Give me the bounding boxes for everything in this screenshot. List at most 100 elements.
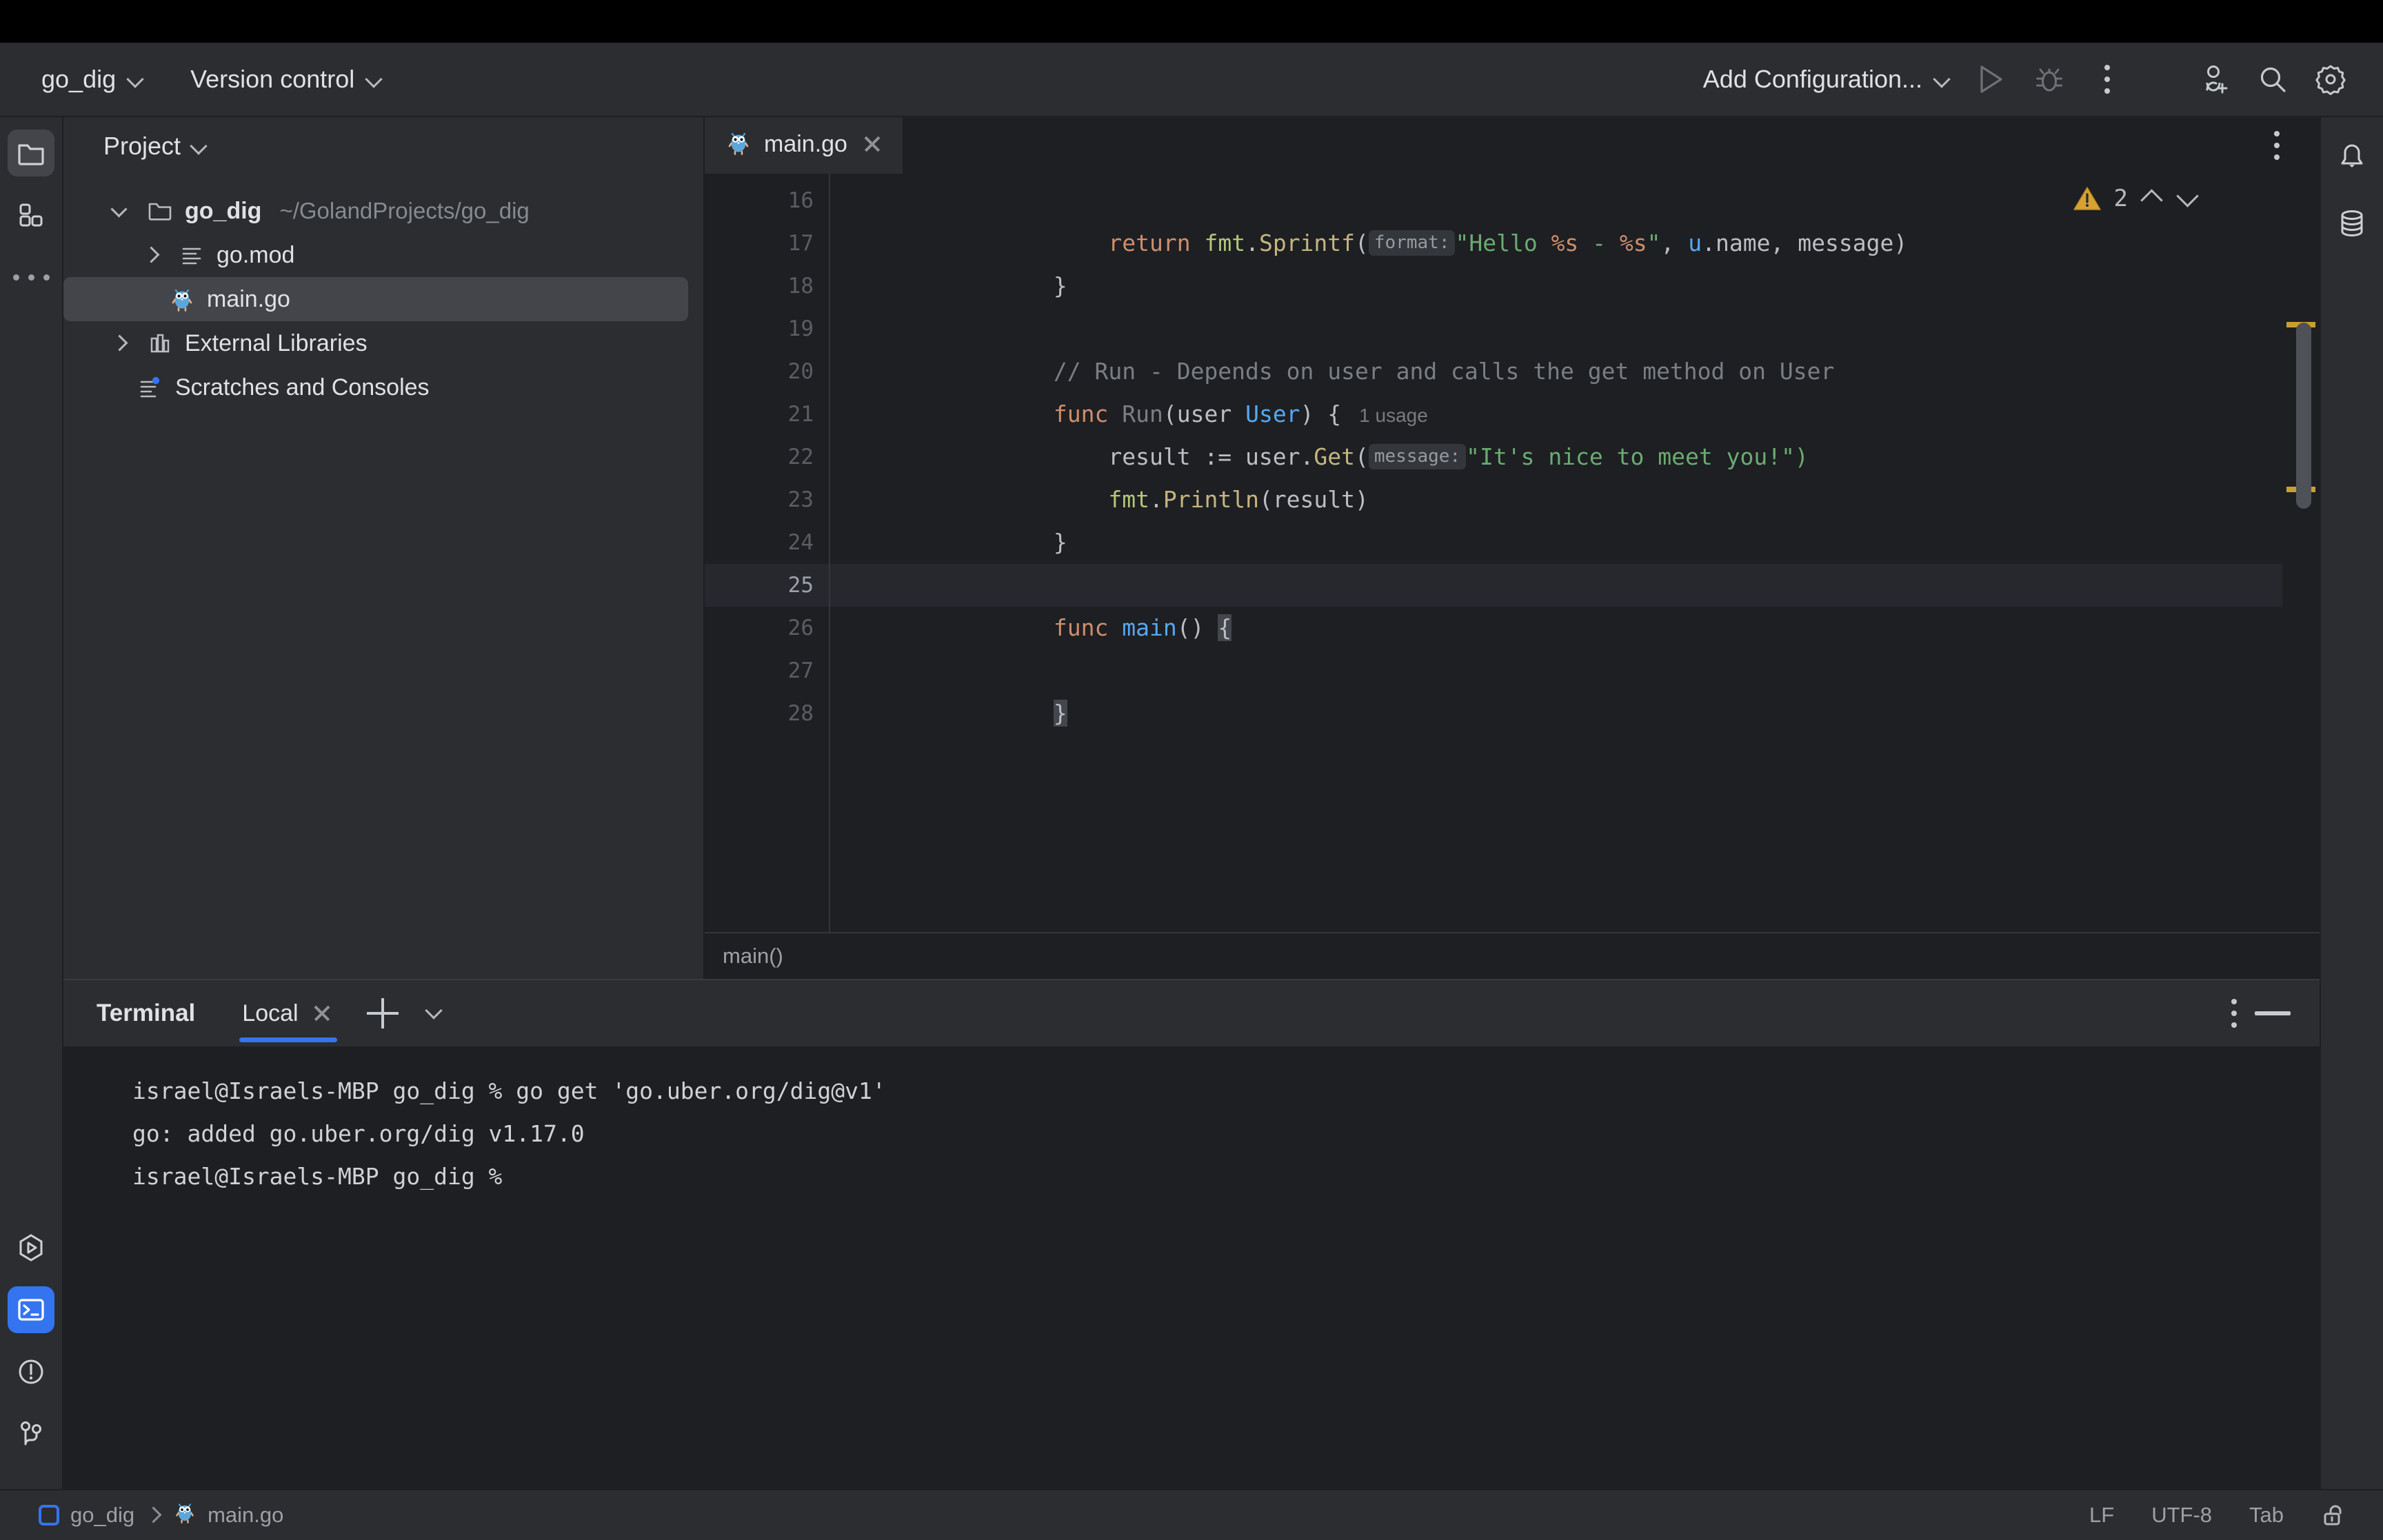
status-breadcrumb-file[interactable]: main.go	[162, 1501, 294, 1530]
chevron-down-icon	[1933, 70, 1951, 88]
more-actions-button[interactable]	[2081, 53, 2133, 105]
project-panel-header[interactable]: Project	[63, 117, 703, 175]
tab-label: main.go	[764, 131, 847, 158]
tree-item-external-libraries[interactable]: External Libraries	[63, 321, 688, 365]
expand-toggle[interactable]	[103, 335, 135, 352]
sidebar-item-notifications[interactable]	[2329, 134, 2375, 181]
editor-options-button[interactable]	[2256, 125, 2297, 166]
status-bar-right: LF UTF-8 Tab	[2078, 1502, 2358, 1528]
tree-item-label: go_dig	[185, 198, 261, 225]
code-token: fmt	[1108, 486, 1149, 513]
encoding-button[interactable]: UTF-8	[2140, 1503, 2223, 1528]
project-tree: go_dig ~/GolandProjects/go_dig go.	[63, 175, 703, 409]
search-icon	[2257, 63, 2289, 95]
run-button[interactable]	[1965, 53, 2018, 105]
tree-item-label: Scratches and Consoles	[175, 374, 430, 401]
usage-hint[interactable]: 1 usage	[1359, 405, 1428, 426]
sidebar-item-version-control[interactable]	[8, 1410, 54, 1457]
line-number-current: 25	[705, 564, 829, 607]
editor-code-text[interactable]: return fmt.Sprintf(format:"Hello %s - %s…	[829, 174, 2282, 932]
code-token: %s	[1620, 230, 1647, 256]
run-configuration-selector[interactable]: Add Configuration...	[1692, 58, 1962, 101]
sidebar-item-terminal[interactable]	[8, 1286, 54, 1333]
sidebar-item-project[interactable]	[8, 130, 54, 176]
line-number: 17	[705, 222, 829, 265]
code-token: return	[1108, 230, 1190, 256]
code-token	[1108, 614, 1122, 641]
expand-toggle[interactable]	[103, 203, 135, 219]
expand-toggle[interactable]	[135, 247, 167, 263]
inspection-widget: 2	[2073, 185, 2200, 212]
editor-vertical-scrollbar[interactable]	[2296, 323, 2311, 509]
chevron-down-icon	[365, 70, 383, 88]
tree-item-scratches-and-consoles[interactable]: Scratches and Consoles	[63, 365, 688, 409]
next-problem-icon[interactable]	[2176, 187, 2200, 210]
sidebar-item-structure[interactable]	[8, 192, 54, 239]
go-gopher-icon	[167, 286, 197, 312]
new-terminal-tab-icon[interactable]	[363, 994, 402, 1033]
code-token: ()	[1177, 614, 1218, 641]
line-number: 16	[705, 179, 829, 222]
close-icon[interactable]	[860, 132, 885, 156]
go-gopher-icon	[173, 1501, 197, 1530]
code-token: fmt	[1204, 230, 1245, 256]
code-token: main	[1122, 614, 1176, 641]
version-control-menu-button[interactable]: Version control	[179, 58, 394, 101]
right-tool-bar	[2320, 117, 2383, 1489]
tree-item-label: External Libraries	[185, 330, 368, 357]
code-token: (user	[1163, 401, 1245, 427]
chevron-down-icon[interactable]	[425, 1002, 449, 1025]
tree-item-go-mod[interactable]: go.mod	[63, 233, 688, 277]
terminal-output[interactable]: israel@Israels-MBP go_dig % go get 'go.u…	[63, 1046, 2320, 1489]
chevron-down-icon	[111, 203, 128, 219]
project-panel-title: Project	[103, 132, 181, 161]
terminal-header-actions	[2231, 980, 2320, 1046]
search-everywhere-button[interactable]	[2246, 53, 2299, 105]
more-options-icon[interactable]	[2231, 999, 2237, 1028]
debug-icon	[2033, 63, 2065, 95]
tab-main-go[interactable]: main.go	[705, 117, 903, 174]
sidebar-item-database[interactable]	[2329, 200, 2375, 247]
status-breadcrumb-project[interactable]: go_dig	[28, 1503, 145, 1528]
version-control-tool-icon	[16, 1419, 46, 1449]
line-number: 26	[705, 607, 829, 649]
debug-button[interactable]	[2023, 53, 2075, 105]
warning-triangle-icon[interactable]	[2073, 185, 2102, 212]
line-number: 23	[705, 478, 829, 521]
code-token: func	[1054, 614, 1108, 641]
code-token: .name, message)	[1702, 230, 1907, 256]
tree-item-path: ~/GolandProjects/go_dig	[279, 198, 529, 224]
minimize-icon[interactable]	[2255, 1011, 2291, 1015]
readonly-toggle[interactable]	[2310, 1502, 2358, 1528]
previous-problem-icon[interactable]	[2140, 187, 2164, 210]
problems-tool-icon	[16, 1357, 46, 1387]
tree-item-go-dig[interactable]: go_dig ~/GolandProjects/go_dig	[63, 189, 688, 233]
code-editor[interactable]: 16 17 18 19 20 21 22 23 24 25	[705, 174, 2320, 932]
libraries-icon	[145, 332, 175, 355]
line-separator-button[interactable]: LF	[2078, 1503, 2125, 1528]
settings-button[interactable]	[2304, 53, 2357, 105]
tree-item-main-go[interactable]: main.go	[63, 277, 688, 321]
sidebar-item-problems[interactable]	[8, 1348, 54, 1395]
indent-button[interactable]: Tab	[2238, 1503, 2295, 1528]
sidebar-item-run[interactable]	[8, 1224, 54, 1271]
project-menu-button[interactable]: go_dig	[30, 58, 156, 101]
status-file-label: main.go	[208, 1503, 283, 1528]
account-icon	[2199, 63, 2231, 95]
close-icon[interactable]	[310, 1001, 334, 1026]
main-toolbar: go_dig Version control Add Configuration…	[0, 43, 2383, 117]
terminal-tab-local[interactable]: Local	[235, 980, 341, 1046]
editor-breadcrumb[interactable]: main()	[705, 932, 2320, 979]
code-token: func	[1054, 401, 1108, 427]
code-token: "Hello	[1455, 230, 1551, 256]
run-tool-icon	[15, 1232, 47, 1264]
folder-icon	[17, 139, 46, 168]
account-button[interactable]	[2189, 53, 2241, 105]
status-project-label: go_dig	[70, 1503, 134, 1528]
editor-marker-strip[interactable]	[2282, 174, 2320, 932]
code-token: Sprintf	[1259, 230, 1355, 256]
sidebar-item-more-tool-windows[interactable]	[8, 254, 54, 301]
warning-count: 2	[2114, 185, 2128, 212]
terminal-title: Terminal	[97, 980, 195, 1046]
tree-item-label: go.mod	[217, 242, 294, 269]
